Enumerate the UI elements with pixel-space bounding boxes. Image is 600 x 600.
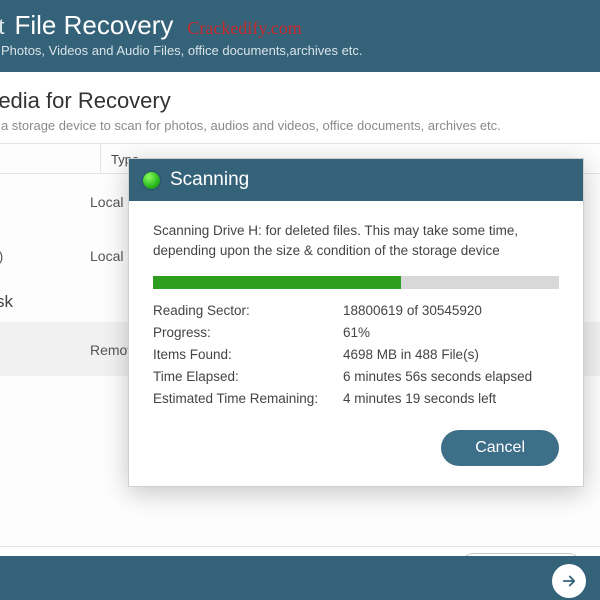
section-desc: ect a storage device to scan for photos,… — [0, 118, 600, 133]
app-footer — [0, 556, 600, 600]
app-title: File Recovery — [14, 10, 173, 41]
drive-name: (D:) — [0, 240, 80, 270]
section-header: Media for Recovery ect a storage device … — [0, 72, 600, 144]
stat-label-elapsed: Time Elapsed: — [153, 369, 343, 384]
stat-label-items: Items Found: — [153, 347, 343, 362]
watermark-text: Crackedify.com — [187, 18, 301, 39]
stat-value-sector: 18800619 of 30545920 — [343, 303, 559, 318]
progress-fill — [153, 276, 401, 289]
drive-name: :) — [0, 334, 80, 364]
stat-label-remaining: Estimated Time Remaining: — [153, 391, 343, 406]
dialog-title: Scanning — [170, 169, 249, 191]
dialog-message: Scanning Drive H: for deleted files. Thi… — [153, 221, 559, 260]
status-orb-icon — [143, 172, 160, 189]
stat-value-progress: 61% — [343, 325, 559, 340]
stat-value-items: 4698 MB in 488 File(s) — [343, 347, 559, 362]
title-prefix: oft — [0, 14, 4, 40]
arrow-right-icon — [560, 572, 578, 590]
next-fab[interactable] — [552, 564, 586, 598]
app-subtitle: ost Photos, Videos and Audio Files, offi… — [0, 43, 600, 58]
stat-value-remaining: 4 minutes 19 seconds left — [343, 391, 559, 406]
stat-value-elapsed: 6 minutes 56s seconds elapsed — [343, 369, 559, 384]
section-title: Media for Recovery — [0, 88, 600, 114]
stat-label-sector: Reading Sector: — [153, 303, 343, 318]
app-header: oft File Recovery Crackedify.com ost Pho… — [0, 0, 600, 72]
drive-name: C:) — [0, 186, 80, 216]
stats-grid: Reading Sector: 18800619 of 30545920 Pro… — [153, 303, 559, 406]
scanning-dialog: Scanning Scanning Drive H: for deleted f… — [128, 158, 584, 487]
stat-label-progress: Progress: — [153, 325, 343, 340]
cancel-button[interactable]: Cancel — [441, 430, 559, 466]
progress-bar — [153, 276, 559, 289]
dialog-header: Scanning — [129, 159, 583, 201]
